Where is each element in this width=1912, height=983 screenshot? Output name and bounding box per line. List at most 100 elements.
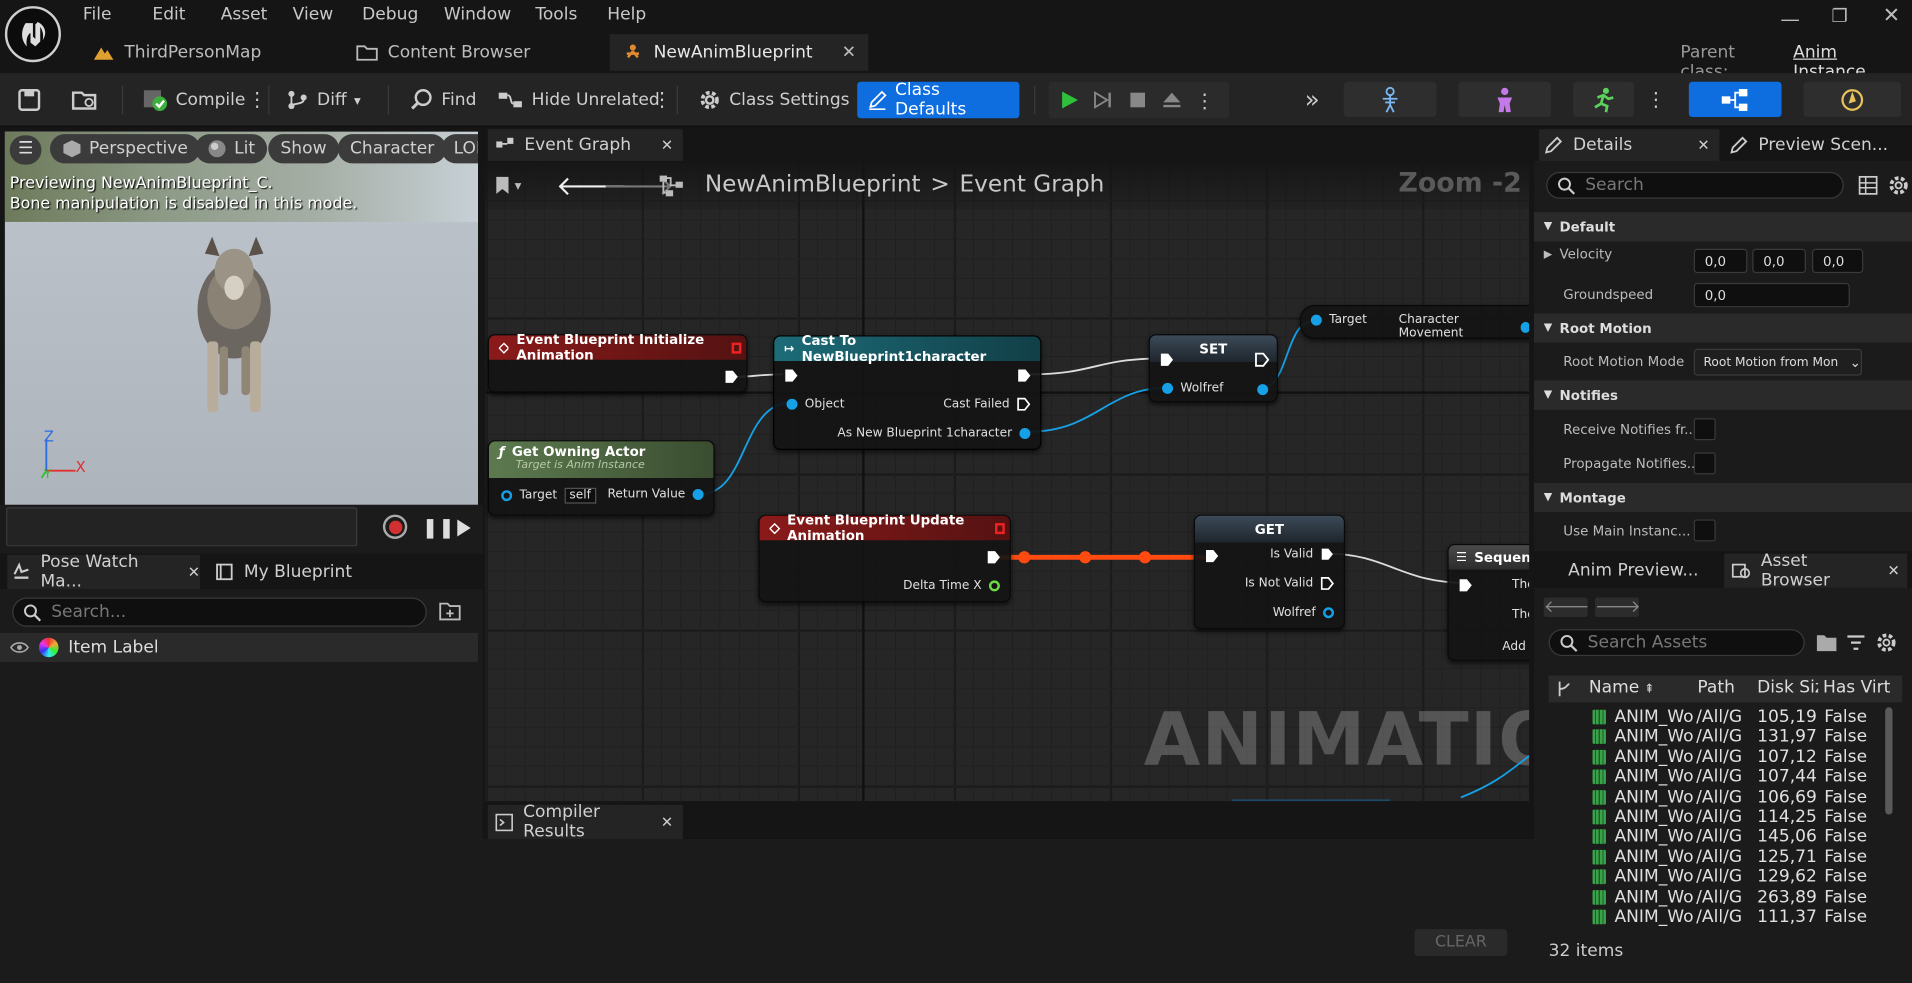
- groundspeed-field[interactable]: 0,0: [1693, 282, 1850, 308]
- close-icon[interactable]: ✕: [842, 43, 869, 63]
- record-icon[interactable]: [382, 514, 408, 539]
- clear-button[interactable]: CLEAR: [1414, 929, 1508, 957]
- node-character-movement[interactable]: Target Character Movement: [1299, 304, 1530, 340]
- close-icon[interactable]: ✕: [188, 563, 200, 580]
- menu-tools[interactable]: Tools: [535, 5, 607, 25]
- return-value-pin[interactable]: Return Value: [607, 488, 704, 501]
- close-icon[interactable]: ✕: [1697, 137, 1719, 154]
- table-row[interactable]: ANIM_Wol/All/G 106,69 False: [1549, 787, 1888, 807]
- table-row[interactable]: ANIM_Wol/All/G 129,62 False: [1549, 867, 1888, 887]
- as-character-pin[interactable]: As New Blueprint 1character: [837, 427, 1031, 440]
- details-search[interactable]: Search: [1546, 171, 1844, 199]
- save-icon[interactable]: [17, 88, 41, 112]
- table-view-icon[interactable]: [1858, 175, 1878, 196]
- eye-icon[interactable]: [10, 640, 30, 655]
- velocity-label-row[interactable]: ▶ Velocity: [1544, 246, 1612, 262]
- tab-event-graph[interactable]: Event Graph ✕: [487, 129, 683, 161]
- unreal-logo-icon[interactable]: [4, 6, 61, 63]
- table-row[interactable]: ANIM_Wol/All/G 107,44 False: [1549, 767, 1888, 787]
- self-field[interactable]: self: [564, 487, 596, 504]
- tab-anim-preview[interactable]: Anim Preview...: [1568, 554, 1698, 588]
- animation-mode-button[interactable]: [1573, 81, 1634, 118]
- close-icon[interactable]: ✕: [661, 137, 683, 154]
- column-name[interactable]: Name ⇞: [1589, 678, 1654, 698]
- delegate-pin-icon[interactable]: [995, 522, 1005, 534]
- is-valid-pin[interactable]: Is Valid: [1270, 548, 1334, 561]
- node-event-initialize[interactable]: Event Blueprint Initialize Animation: [487, 332, 748, 393]
- pause-icon[interactable]: ❚❚: [422, 516, 455, 539]
- graph-hierarchy-icon[interactable]: [658, 173, 687, 197]
- exec-out-pin-icon[interactable]: [986, 550, 1001, 565]
- new-folder-icon[interactable]: [439, 601, 461, 621]
- tab-compiler-results[interactable]: Compiler Results ✕: [487, 802, 683, 841]
- table-row[interactable]: ANIM_Wol/All/G 114,25 False: [1549, 807, 1888, 827]
- restore-icon[interactable]: ❐: [1832, 5, 1848, 27]
- tab-my-blueprint[interactable]: My Blueprint: [215, 555, 352, 589]
- section-montage[interactable]: ▼ Montage: [1534, 482, 1912, 513]
- delegate-pin-icon[interactable]: [731, 342, 742, 354]
- table-row[interactable]: ANIM_Wol/All/G 145,06 False: [1549, 827, 1888, 847]
- root-motion-mode-dropdown[interactable]: Root Motion from Mon ⌄: [1693, 348, 1863, 376]
- perspective-button[interactable]: Perspective: [49, 134, 201, 164]
- wolfref-in-pin[interactable]: Wolfref: [1162, 382, 1223, 395]
- table-row[interactable]: ANIM_Wol/All/G 263,89 False: [1549, 887, 1888, 907]
- column-disk-size[interactable]: Disk Siz: [1757, 678, 1818, 698]
- table-row[interactable]: ANIM_Wol/All/G 105,19 False: [1549, 707, 1888, 727]
- close-icon[interactable]: ✕: [1888, 562, 1908, 579]
- exec-out-pin-icon[interactable]: [1255, 352, 1270, 367]
- lit-button[interactable]: Lit: [195, 134, 268, 164]
- color-wheel-icon[interactable]: [39, 637, 59, 658]
- expand-chevrons-icon[interactable]: »: [1305, 84, 1320, 113]
- table-row[interactable]: ANIM_Wol/All/G 131,97 False: [1549, 727, 1888, 747]
- breadcrumb-blueprint[interactable]: NewAnimBlueprint: [705, 171, 921, 198]
- then-1-pin[interactable]: Then 1: [1512, 608, 1529, 621]
- skeleton-mode-button[interactable]: [1343, 81, 1437, 118]
- velocity-z-field[interactable]: 0,0: [1812, 248, 1864, 274]
- use-main-instance-checkbox[interactable]: [1693, 519, 1716, 542]
- compile-button[interactable]: Compile: [134, 83, 253, 117]
- mesh-mode-button[interactable]: [1458, 81, 1552, 118]
- delta-time-pin[interactable]: Delta Time X: [903, 579, 1000, 593]
- exec-in-pin-icon[interactable]: [1160, 352, 1175, 367]
- receive-notifies-checkbox[interactable]: [1693, 418, 1716, 441]
- column-has-virtual[interactable]: Has Virt: [1823, 678, 1899, 698]
- folder-filter-icon[interactable]: [1816, 633, 1838, 653]
- filter-icon[interactable]: [1846, 633, 1866, 653]
- eject-icon[interactable]: [1161, 89, 1183, 111]
- list-item[interactable]: Item Label: [0, 632, 479, 663]
- settings-gear-icon[interactable]: [1888, 174, 1910, 196]
- exec-out-pin-icon[interactable]: [724, 369, 739, 384]
- play-icon[interactable]: [1058, 89, 1080, 111]
- velocity-x-field[interactable]: 0,0: [1693, 248, 1748, 274]
- show-button[interactable]: Show: [268, 134, 339, 164]
- menu-file[interactable]: File: [83, 5, 153, 25]
- pose-watch-search[interactable]: Search...: [12, 597, 427, 627]
- back-arrow-icon[interactable]: 🡐: [1543, 597, 1590, 618]
- class-settings-button[interactable]: Class Settings: [690, 83, 857, 117]
- object-pin[interactable]: Object: [786, 398, 845, 411]
- column-options-icon[interactable]: [1555, 679, 1575, 699]
- tab-new-anim-blueprint[interactable]: NewAnimBlueprint ✕: [609, 34, 869, 71]
- node-cast[interactable]: ↦ Cast To NewBlueprint1character Object …: [773, 333, 1042, 450]
- play-forward-icon[interactable]: [454, 517, 474, 539]
- target-pin[interactable]: Target self: [501, 487, 596, 504]
- more-options-icon[interactable]: ⋮: [652, 88, 672, 111]
- browse-icon[interactable]: [71, 88, 100, 112]
- menu-window[interactable]: Window: [444, 5, 535, 25]
- exec-in-pin-icon[interactable]: [1458, 578, 1473, 593]
- node-event-update[interactable]: Event Blueprint Update Animation Delta T…: [758, 512, 1011, 603]
- tab-details[interactable]: Details ✕: [1538, 129, 1720, 161]
- tab-third-person-map[interactable]: ThirdPersonMap: [80, 34, 339, 71]
- table-row[interactable]: ANIM_Wol/All/G 111,37 False: [1549, 907, 1888, 927]
- section-default[interactable]: ▼ Default: [1534, 212, 1912, 242]
- lod-button[interactable]: LOD: [441, 134, 479, 164]
- tab-asset-browser[interactable]: Asset Browser ✕: [1724, 551, 1908, 590]
- velocity-y-field[interactable]: 0,0: [1752, 248, 1806, 274]
- step-icon[interactable]: [1093, 89, 1115, 111]
- close-icon[interactable]: ✕: [661, 813, 683, 830]
- wolfref-out-pin[interactable]: [1257, 384, 1269, 396]
- class-defaults-button[interactable]: Class Defaults: [857, 80, 1020, 120]
- column-path[interactable]: Path: [1697, 678, 1735, 698]
- menu-view[interactable]: View: [293, 5, 363, 25]
- breadcrumb-graph[interactable]: Event Graph: [960, 171, 1105, 198]
